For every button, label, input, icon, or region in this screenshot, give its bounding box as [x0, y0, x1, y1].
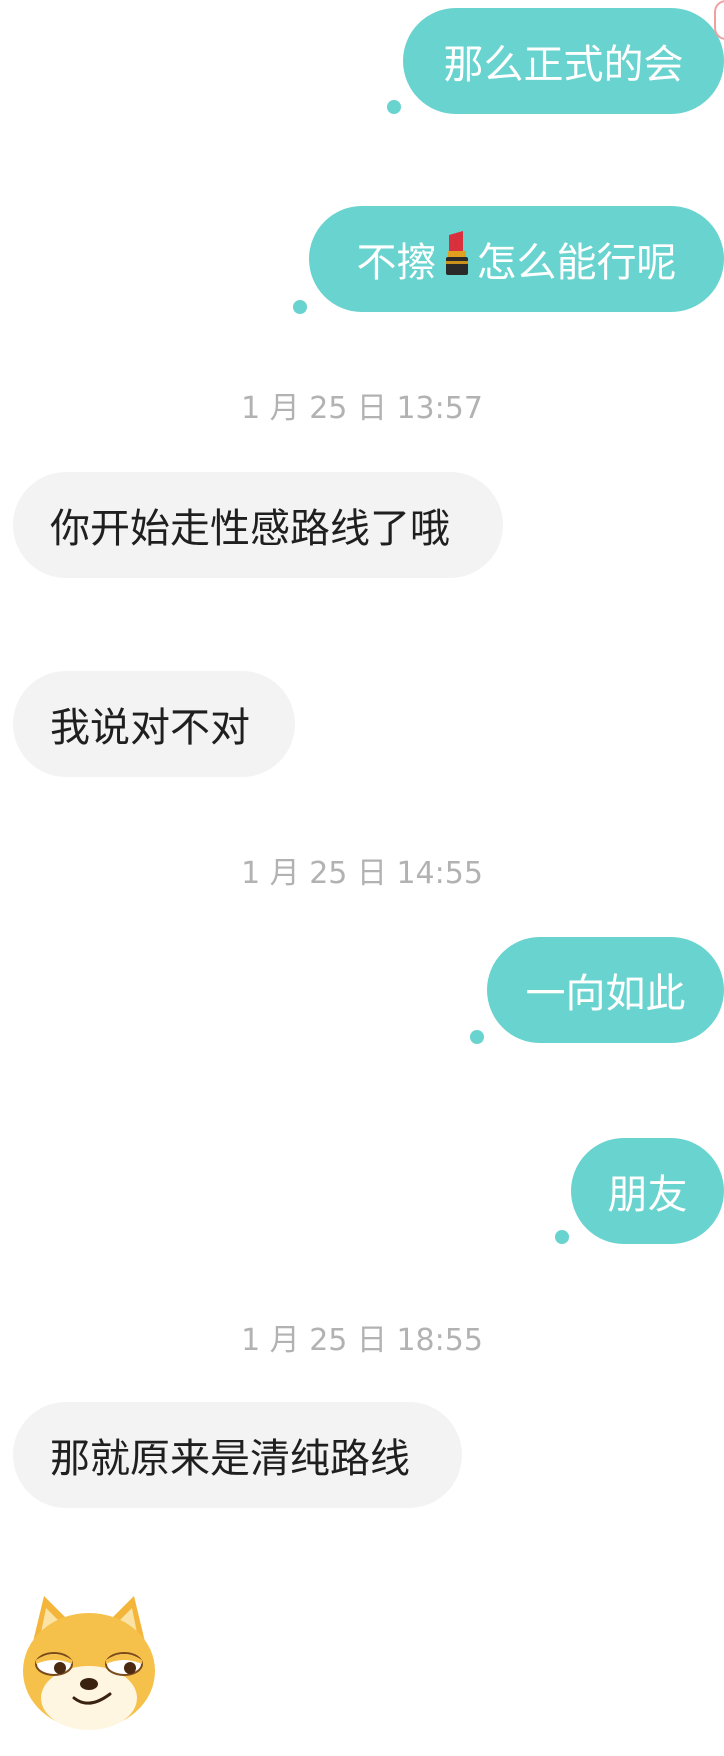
bubble-tail-dot — [555, 1230, 569, 1244]
timestamp: 1 月 25 日 13:57 — [241, 391, 483, 426]
outgoing-message-bubble[interactable]: 那么正式的会 — [403, 8, 724, 114]
bubble-tail-dot — [470, 1030, 484, 1044]
timestamp: 1 月 25 日 14:55 — [241, 856, 483, 891]
message-text: 一向如此 — [525, 971, 686, 1017]
outgoing-message-bubble[interactable]: 朋友 — [571, 1138, 724, 1244]
incoming-message-bubble[interactable]: 我说对不对 — [13, 671, 295, 777]
bubble-tail-dot — [293, 300, 307, 314]
message-text: 那么正式的会 — [443, 42, 684, 88]
avatar[interactable] — [714, 0, 724, 40]
outgoing-message-bubble[interactable]: 一向如此 — [487, 937, 724, 1043]
message-text: 那就原来是清纯路线 — [50, 1436, 410, 1482]
shiba-dog-sticker-icon[interactable] — [14, 1586, 164, 1740]
outgoing-message-bubble[interactable]: 不擦 怎么能行呢 — [309, 206, 724, 312]
lipstick-emoji-icon — [443, 231, 471, 287]
timestamp: 1 月 25 日 18:55 — [241, 1323, 483, 1358]
message-text: 朋友 — [607, 1172, 688, 1218]
message-text: 怎么能行呢 — [476, 240, 677, 286]
chat-message-list[interactable]: 那么正式的会 不擦 怎么能行呢 1 月 25 日 13:57 你开始走性感路线了… — [0, 0, 724, 1756]
incoming-message-bubble[interactable]: 你开始走性感路线了哦 — [13, 472, 503, 578]
message-text: 你开始走性感路线了哦 — [50, 506, 450, 552]
message-text: 我说对不对 — [50, 705, 250, 751]
incoming-message-bubble[interactable]: 那就原来是清纯路线 — [13, 1402, 462, 1508]
message-text: 不擦 — [356, 240, 437, 286]
bubble-tail-dot — [387, 100, 401, 114]
